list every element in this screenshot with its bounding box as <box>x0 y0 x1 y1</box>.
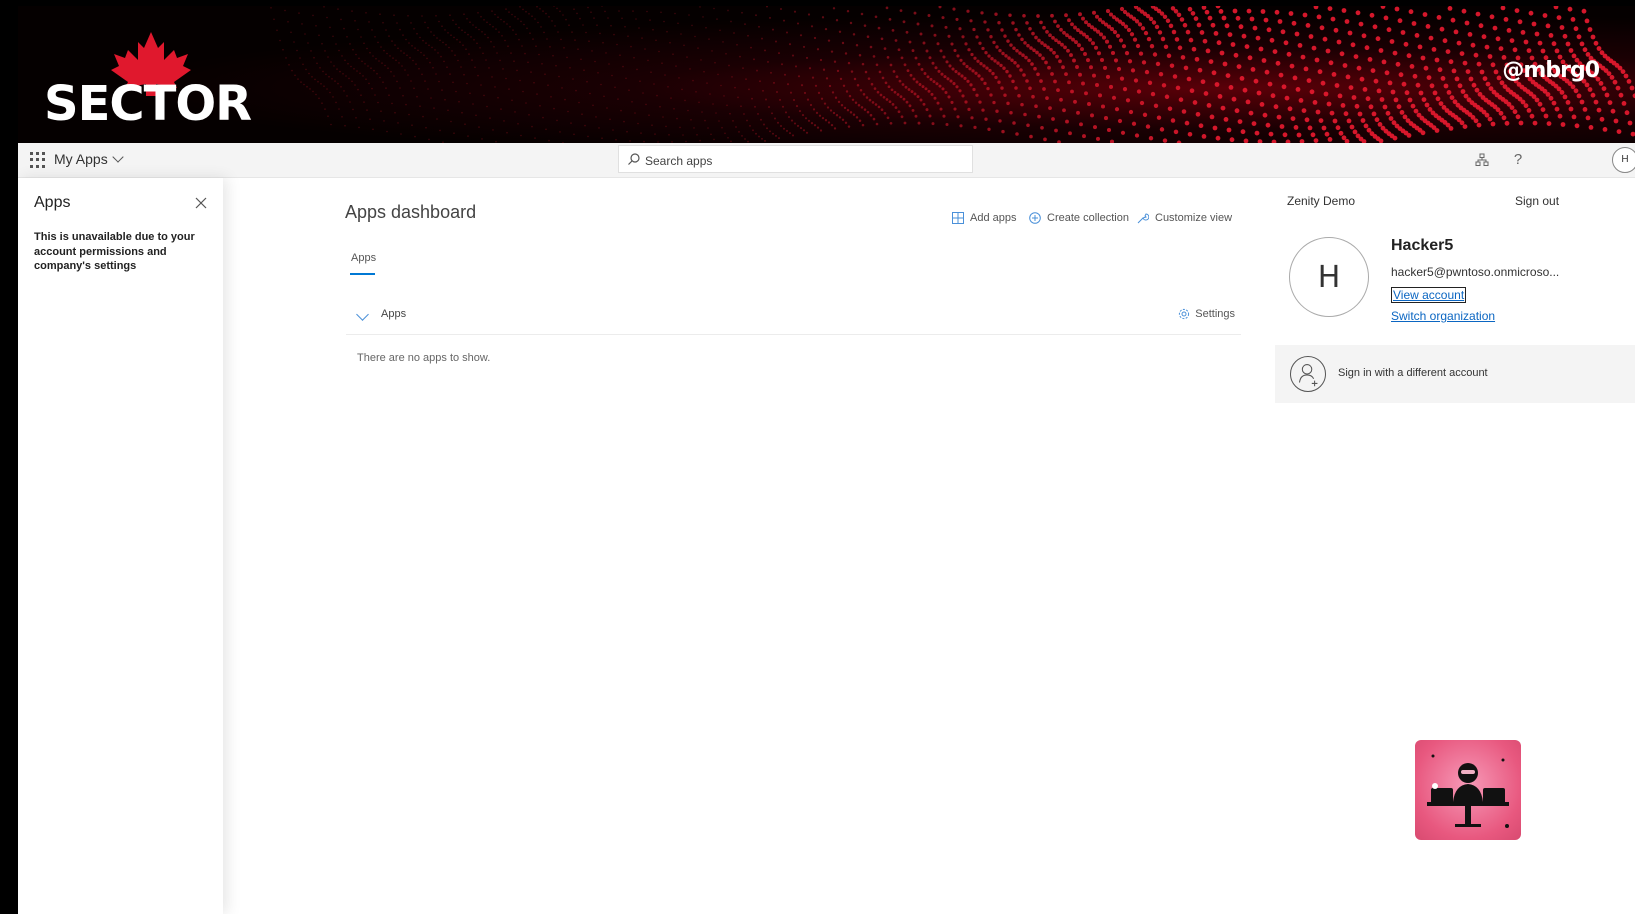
plus-circle-icon <box>1029 212 1041 224</box>
apps-group-header[interactable]: Apps Settings <box>346 304 1241 335</box>
hacker-sticker-image <box>1415 740 1521 840</box>
tenant-name: Zenity Demo <box>1287 194 1356 208</box>
waffle-icon[interactable] <box>30 152 46 168</box>
twitter-handle: @mbrg0 <box>1502 58 1600 83</box>
sign-out-link[interactable]: Sign out <box>1515 194 1559 208</box>
customize-view-button[interactable]: Customize view <box>1137 212 1232 224</box>
close-icon[interactable] <box>194 196 208 210</box>
group-label: Apps <box>381 308 407 320</box>
switch-organization-link[interactable]: Switch organization <box>1391 309 1495 323</box>
search-box[interactable] <box>618 145 973 173</box>
screen-frame: SECTOR @mbrg0 My Apps ? H <box>18 6 1635 914</box>
user-email: hacker5@pwntoso.onmicroso... <box>1391 265 1560 279</box>
gear-icon <box>1179 308 1190 320</box>
empty-state-message: There are no apps to show. <box>357 352 491 364</box>
sector-logo-text: SECTOR <box>44 76 252 132</box>
group-settings-button[interactable]: Settings <box>1178 308 1235 320</box>
tab-active-indicator <box>350 273 375 275</box>
add-apps-button[interactable]: Add apps <box>952 212 1016 224</box>
create-collection-label: Create collection <box>1047 212 1129 224</box>
customize-view-label: Customize view <box>1155 212 1233 224</box>
organization-icon[interactable] <box>1473 151 1491 169</box>
user-name: Hacker5 <box>1391 237 1454 254</box>
create-collection-button[interactable]: Create collection <box>1029 212 1129 224</box>
settings-label: Settings <box>1195 308 1235 320</box>
add-apps-label: Add apps <box>970 212 1017 224</box>
my-apps-label: My Apps <box>54 151 108 167</box>
search-input[interactable] <box>643 150 967 172</box>
wrench-icon <box>1137 213 1149 224</box>
top-bar: My Apps ? H <box>18 143 1635 178</box>
apps-side-panel: Apps This is unavailable due to your acc… <box>18 178 223 914</box>
add-person-icon <box>1290 356 1326 392</box>
search-icon <box>628 153 640 165</box>
user-avatar-button[interactable]: H <box>1612 147 1635 173</box>
tab-apps[interactable]: Apps <box>351 252 376 264</box>
add-apps-icon <box>952 212 964 224</box>
chevron-down-icon[interactable] <box>356 308 369 321</box>
account-avatar: H <box>1289 237 1369 317</box>
page-title: Apps dashboard <box>345 202 477 222</box>
my-apps-menu[interactable]: My Apps <box>54 151 124 167</box>
account-panel: Zenity Demo Sign out H Hacker5 hacker5@p… <box>1275 178 1635 408</box>
different-account-label: Sign in with a different account <box>1338 367 1488 379</box>
sector-banner: SECTOR @mbrg0 <box>18 6 1635 143</box>
view-account-link[interactable]: View account <box>1391 287 1467 303</box>
help-icon[interactable]: ? <box>1509 151 1527 169</box>
unavailable-message: This is unavailable due to your account … <box>34 231 195 272</box>
panel-title: Apps <box>34 194 71 211</box>
sign-in-different-account-button[interactable]: Sign in with a different account <box>1275 345 1635 403</box>
chevron-down-icon <box>112 151 124 163</box>
